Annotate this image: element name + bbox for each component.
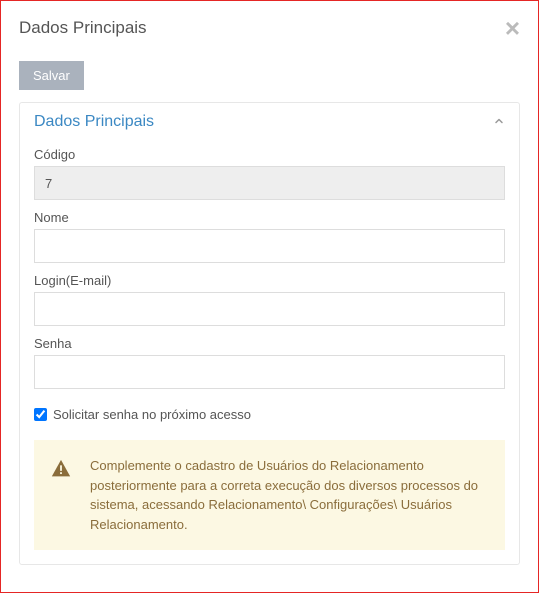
modal-dialog: Dados Principais × Salvar Dados Principa… — [1, 1, 538, 592]
nome-label: Nome — [34, 210, 505, 225]
field-solicitar-senha: Solicitar senha no próximo acesso — [34, 407, 505, 422]
close-icon[interactable]: × — [505, 15, 520, 41]
modal-header: Dados Principais × — [1, 1, 538, 53]
senha-label: Senha — [34, 336, 505, 351]
panel-dados-principais: Dados Principais Código Nome — [19, 102, 520, 565]
field-nome: Nome — [34, 210, 505, 263]
alert-text: Complemente o cadastro de Usuários do Re… — [90, 456, 489, 534]
modal-title: Dados Principais — [19, 18, 147, 38]
senha-input[interactable] — [34, 355, 505, 389]
field-login: Login(E-mail) — [34, 273, 505, 326]
solicitar-senha-checkbox[interactable] — [34, 408, 47, 421]
codigo-label: Código — [34, 147, 505, 162]
codigo-input — [34, 166, 505, 200]
panel-body: Código Nome Login(E-mail) Senha — [20, 141, 519, 564]
login-label: Login(E-mail) — [34, 273, 505, 288]
panel-title: Dados Principais — [34, 113, 154, 131]
modal-body: Salvar Dados Principais Código Nome — [1, 53, 538, 583]
nome-input[interactable] — [34, 229, 505, 263]
alert-warning: Complemente o cadastro de Usuários do Re… — [34, 440, 505, 550]
field-senha: Senha — [34, 336, 505, 389]
warning-icon — [50, 458, 72, 486]
login-input[interactable] — [34, 292, 505, 326]
chevron-up-icon — [493, 114, 505, 130]
save-button[interactable]: Salvar — [19, 61, 84, 90]
field-codigo: Código — [34, 147, 505, 200]
panel-header[interactable]: Dados Principais — [20, 103, 519, 141]
solicitar-senha-label: Solicitar senha no próximo acesso — [53, 407, 251, 422]
